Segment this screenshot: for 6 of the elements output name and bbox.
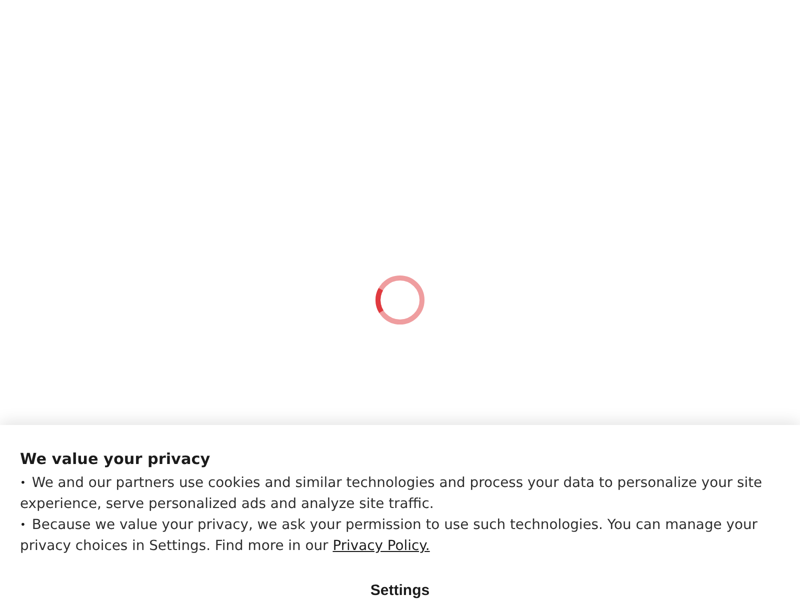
banner-title: We value your privacy xyxy=(20,449,210,470)
loading-spinner-icon xyxy=(375,275,425,325)
banner-paragraph: • Because we value your privacy, we ask your permission to use such technologies. You can manage your privacy choices in Settings. Find more in our Privacy Policy. xyxy=(20,516,758,556)
settings-button[interactable]: Settings xyxy=(370,582,430,599)
banner-paragraph: • We and our partners use cookies and similar technologies and process your data to personalize your site experience, serve personalized ads and analyze site traffic. xyxy=(20,474,764,514)
privacy-policy-link[interactable]: Privacy Policy. xyxy=(332,538,430,554)
